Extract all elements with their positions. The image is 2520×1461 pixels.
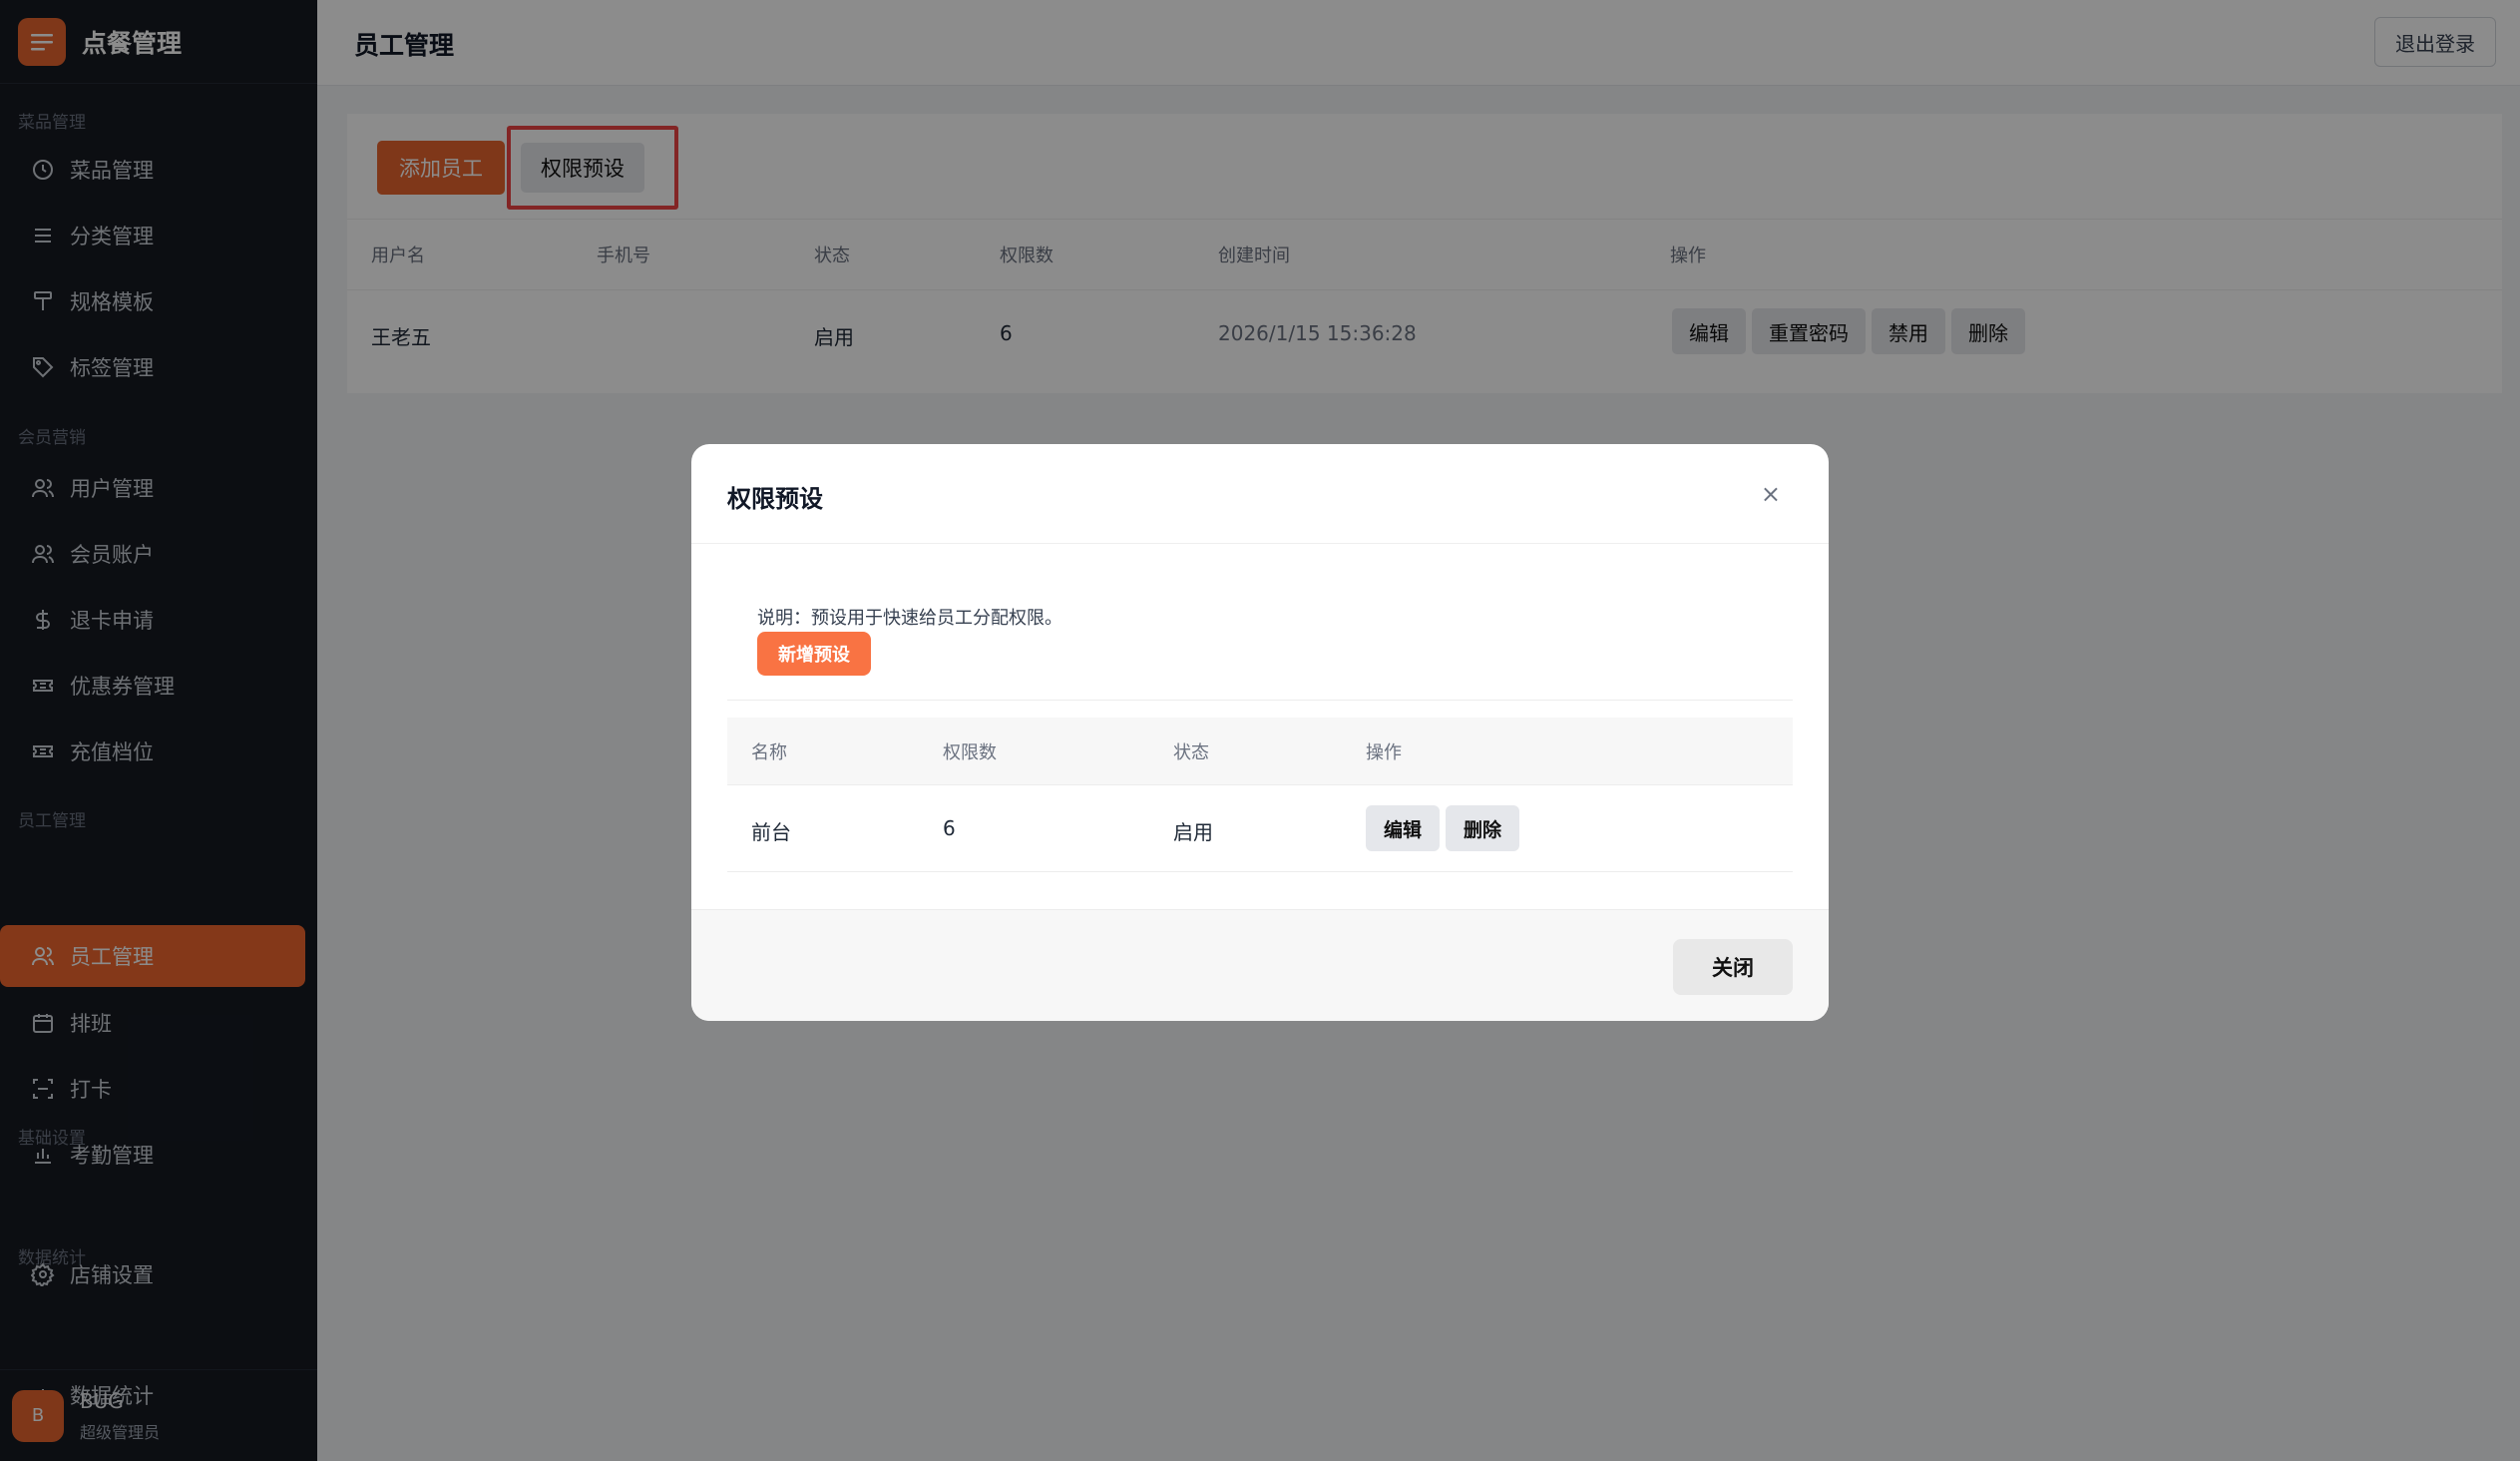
divider [727,871,1793,872]
modal-header: 权限预设 × [691,444,1829,544]
close-button[interactable]: 关闭 [1673,939,1793,995]
edit-preset-button[interactable]: 编辑 [1366,805,1440,851]
delete-preset-button[interactable]: 删除 [1446,805,1519,851]
column-header-name: 名称 [751,742,787,763]
column-header-status: 状态 [1173,742,1209,763]
cell-preset-perm-count: 6 [943,816,956,840]
column-header-perm-count: 权限数 [943,742,997,763]
cell-preset-status: 启用 [1173,820,1213,844]
modal-footer: 关闭 [691,909,1829,1021]
divider [727,700,1793,701]
preset-table-header [727,718,1793,785]
modal-description: 说明：预设用于快速给员工分配权限。 [757,608,1062,629]
column-header-actions: 操作 [1366,742,1402,763]
permission-preset-modal: 权限预设 × 说明：预设用于快速给员工分配权限。 新增预设 名称 权限数 状态 … [691,444,1829,1021]
modal-title: 权限预设 [727,485,823,513]
add-preset-button[interactable]: 新增预设 [757,632,871,676]
close-icon[interactable]: × [1761,480,1781,508]
cell-preset-name: 前台 [751,820,791,844]
